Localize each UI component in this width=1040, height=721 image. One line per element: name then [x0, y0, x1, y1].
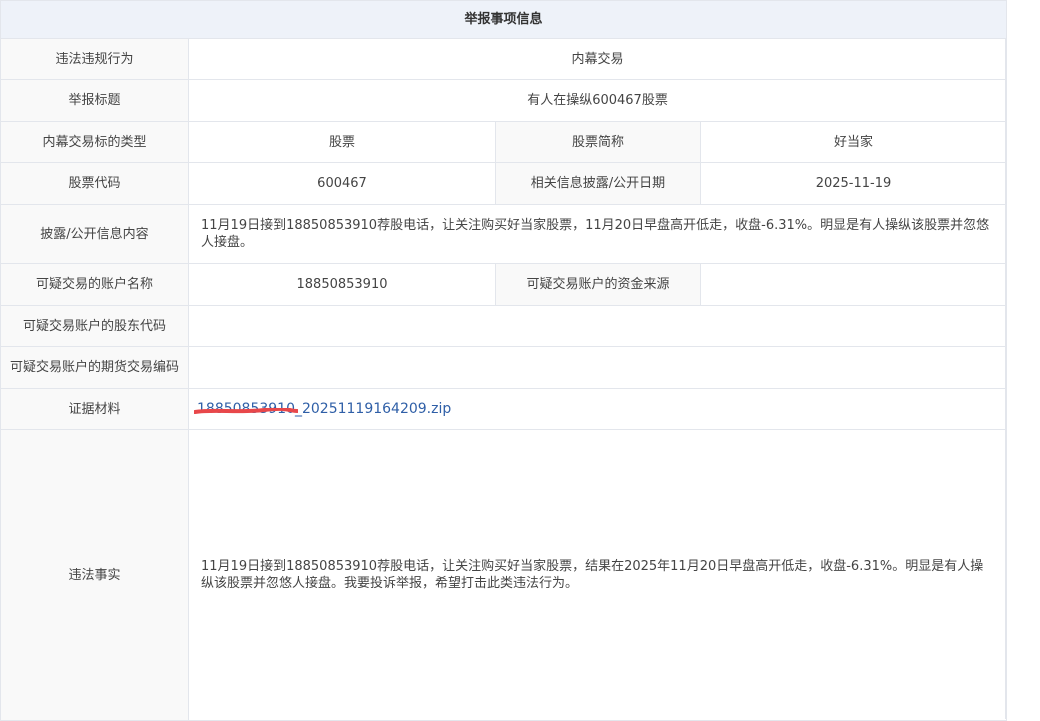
disclosure-date-value: 2025-11-19: [699, 162, 1008, 205]
futures-code-label: 可疑交易账户的期货交易编码: [0, 346, 189, 389]
table-row: 可疑交易账户的股东代码: [0, 305, 1008, 347]
account-name-value: 18850853910: [188, 263, 496, 306]
section-title: 举报事项信息: [0, 0, 1008, 39]
report-info-table: 举报事项信息 违法违规行为 内幕交易 举报标题 有人在操纵600467股票 内幕…: [0, 0, 1008, 721]
table-row: 股票代码 600467 相关信息披露/公开日期 2025-11-19: [0, 162, 1008, 205]
stock-code-label: 股票代码: [0, 162, 189, 205]
stock-short-name-value: 好当家: [699, 121, 1008, 163]
fund-source-value: [699, 263, 1008, 306]
disclosure-date-label: 相关信息披露/公开日期: [495, 162, 701, 205]
table-row: 违法违规行为 内幕交易: [0, 38, 1008, 80]
shareholder-code-value: [187, 305, 1008, 347]
disclosure-content-value: 11月19日接到18850853910荐股电话，让关注购买好当家股票，11月20…: [187, 204, 1008, 264]
shareholder-code-label: 可疑交易账户的股东代码: [0, 305, 189, 347]
table-row: 可疑交易的账户名称 18850853910 可疑交易账户的资金来源: [0, 263, 1008, 306]
fund-source-label: 可疑交易账户的资金来源: [495, 263, 701, 306]
disclosure-content-label: 披露/公开信息内容: [0, 204, 189, 264]
evidence-value-cell: 18850853910_20251119164209.zip: [187, 388, 1008, 430]
table-row: 可疑交易账户的期货交易编码: [0, 346, 1008, 389]
table-row: 举报标题 有人在操纵600467股票: [0, 79, 1008, 122]
evidence-label: 证据材料: [0, 388, 189, 430]
report-info-panel: 举报事项信息 违法违规行为 内幕交易 举报标题 有人在操纵600467股票 内幕…: [0, 0, 1008, 721]
facts-label: 违法事实: [0, 429, 189, 721]
report-title-value: 有人在操纵600467股票: [187, 79, 1008, 122]
table-row: 披露/公开信息内容 11月19日接到18850853910荐股电话，让关注购买好…: [0, 204, 1008, 264]
violation-label: 违法违规行为: [0, 38, 189, 80]
stock-short-name-label: 股票简称: [495, 121, 701, 163]
target-type-value: 股票: [188, 121, 496, 163]
table-row: 证据材料 18850853910_20251119164209.zip: [0, 388, 1008, 430]
stock-code-value: 600467: [188, 162, 496, 205]
report-title-label: 举报标题: [0, 79, 189, 122]
evidence-file-link[interactable]: 18850853910_20251119164209.zip: [197, 401, 451, 417]
table-row: 违法事实 11月19日接到18850853910荐股电话，让关注购买好当家股票，…: [0, 429, 1008, 721]
evidence-file-wrapper: 18850853910_20251119164209.zip: [194, 401, 451, 418]
violation-value: 内幕交易: [187, 38, 1008, 80]
target-type-label: 内幕交易标的类型: [0, 121, 189, 163]
facts-value: 11月19日接到18850853910荐股电话，让关注购买好当家股票，结果在20…: [187, 429, 1008, 721]
table-row: 内幕交易标的类型 股票 股票简称 好当家: [0, 121, 1008, 163]
section-header-row: 举报事项信息: [0, 0, 1008, 39]
futures-code-value: [187, 346, 1008, 389]
account-name-label: 可疑交易的账户名称: [0, 263, 189, 306]
